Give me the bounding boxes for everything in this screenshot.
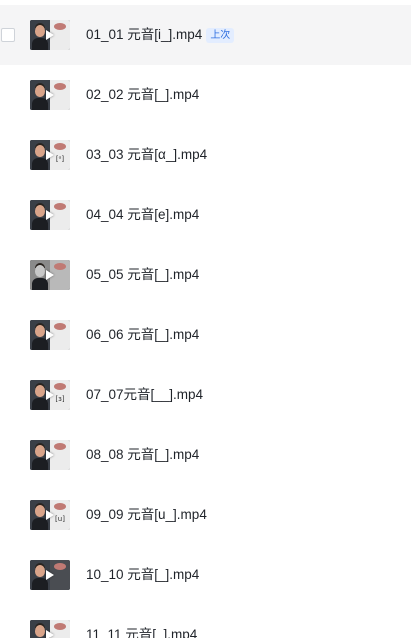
- file-row[interactable]: [ɜ] 07_07元音[__].mp4: [0, 365, 411, 425]
- video-thumbnail[interactable]: [30, 20, 70, 50]
- file-name[interactable]: 01_01 元音[i_].mp4 上次: [86, 26, 235, 44]
- file-name[interactable]: 05_05 元音[_].mp4: [86, 266, 199, 284]
- video-thumbnail[interactable]: [30, 260, 70, 290]
- thumbnail-symbol: [ᵅ]: [55, 155, 65, 163]
- video-thumbnail[interactable]: [30, 620, 70, 638]
- file-row[interactable]: 06_06 元音[_].mp4: [0, 305, 411, 365]
- video-thumbnail[interactable]: [30, 320, 70, 350]
- file-name[interactable]: 03_03 元音[α_].mp4: [86, 146, 207, 164]
- checkbox-icon[interactable]: [1, 28, 15, 42]
- video-file-list: 01_01 元音[i_].mp4 上次 02_02 元音[_].mp4 [ᵅ] 0…: [0, 0, 411, 638]
- play-icon: [46, 630, 54, 638]
- play-icon: [46, 30, 54, 40]
- play-icon: [46, 330, 54, 340]
- file-name[interactable]: 10_10 元音[_].mp4: [86, 566, 199, 584]
- file-row[interactable]: 05_05 元音[_].mp4: [0, 245, 411, 305]
- video-thumbnail[interactable]: [u]: [30, 500, 70, 530]
- play-icon: [46, 210, 54, 220]
- last-played-badge: 上次: [206, 28, 235, 43]
- file-row[interactable]: [u] 09_09 元音[u_].mp4: [0, 485, 411, 545]
- file-name[interactable]: 06_06 元音[_].mp4: [86, 326, 199, 344]
- play-icon: [46, 390, 54, 400]
- video-thumbnail[interactable]: [ᵅ]: [30, 140, 70, 170]
- file-name[interactable]: 02_02 元音[_].mp4: [86, 86, 199, 104]
- play-icon: [46, 450, 54, 460]
- file-row[interactable]: 04_04 元音[e].mp4: [0, 185, 411, 245]
- file-row[interactable]: [ᵅ] 03_03 元音[α_].mp4: [0, 125, 411, 185]
- file-name[interactable]: 04_04 元音[e].mp4: [86, 206, 199, 224]
- play-icon: [46, 510, 54, 520]
- file-row[interactable]: 08_08 元音[_].mp4: [0, 425, 411, 485]
- file-row[interactable]: 10_10 元音[_].mp4: [0, 545, 411, 605]
- file-name[interactable]: 09_09 元音[u_].mp4: [86, 506, 207, 524]
- thumbnail-symbol: [u]: [55, 515, 65, 523]
- file-name[interactable]: 07_07元音[__].mp4: [86, 386, 203, 404]
- video-thumbnail[interactable]: [30, 440, 70, 470]
- file-row[interactable]: 02_02 元音[_].mp4: [0, 65, 411, 125]
- file-row[interactable]: 11_11 元音[_].mp4: [0, 605, 411, 638]
- video-thumbnail[interactable]: [ɜ]: [30, 380, 70, 410]
- video-thumbnail[interactable]: [30, 560, 70, 590]
- video-thumbnail[interactable]: [30, 80, 70, 110]
- video-thumbnail[interactable]: [30, 200, 70, 230]
- play-icon: [46, 270, 54, 280]
- play-icon: [46, 90, 54, 100]
- file-row[interactable]: 01_01 元音[i_].mp4 上次: [0, 5, 411, 65]
- thumbnail-symbol: [ɜ]: [55, 395, 65, 403]
- file-name[interactable]: 08_08 元音[_].mp4: [86, 446, 199, 464]
- play-icon: [46, 150, 54, 160]
- play-icon: [46, 570, 54, 580]
- file-name[interactable]: 11_11 元音[_].mp4: [86, 626, 197, 638]
